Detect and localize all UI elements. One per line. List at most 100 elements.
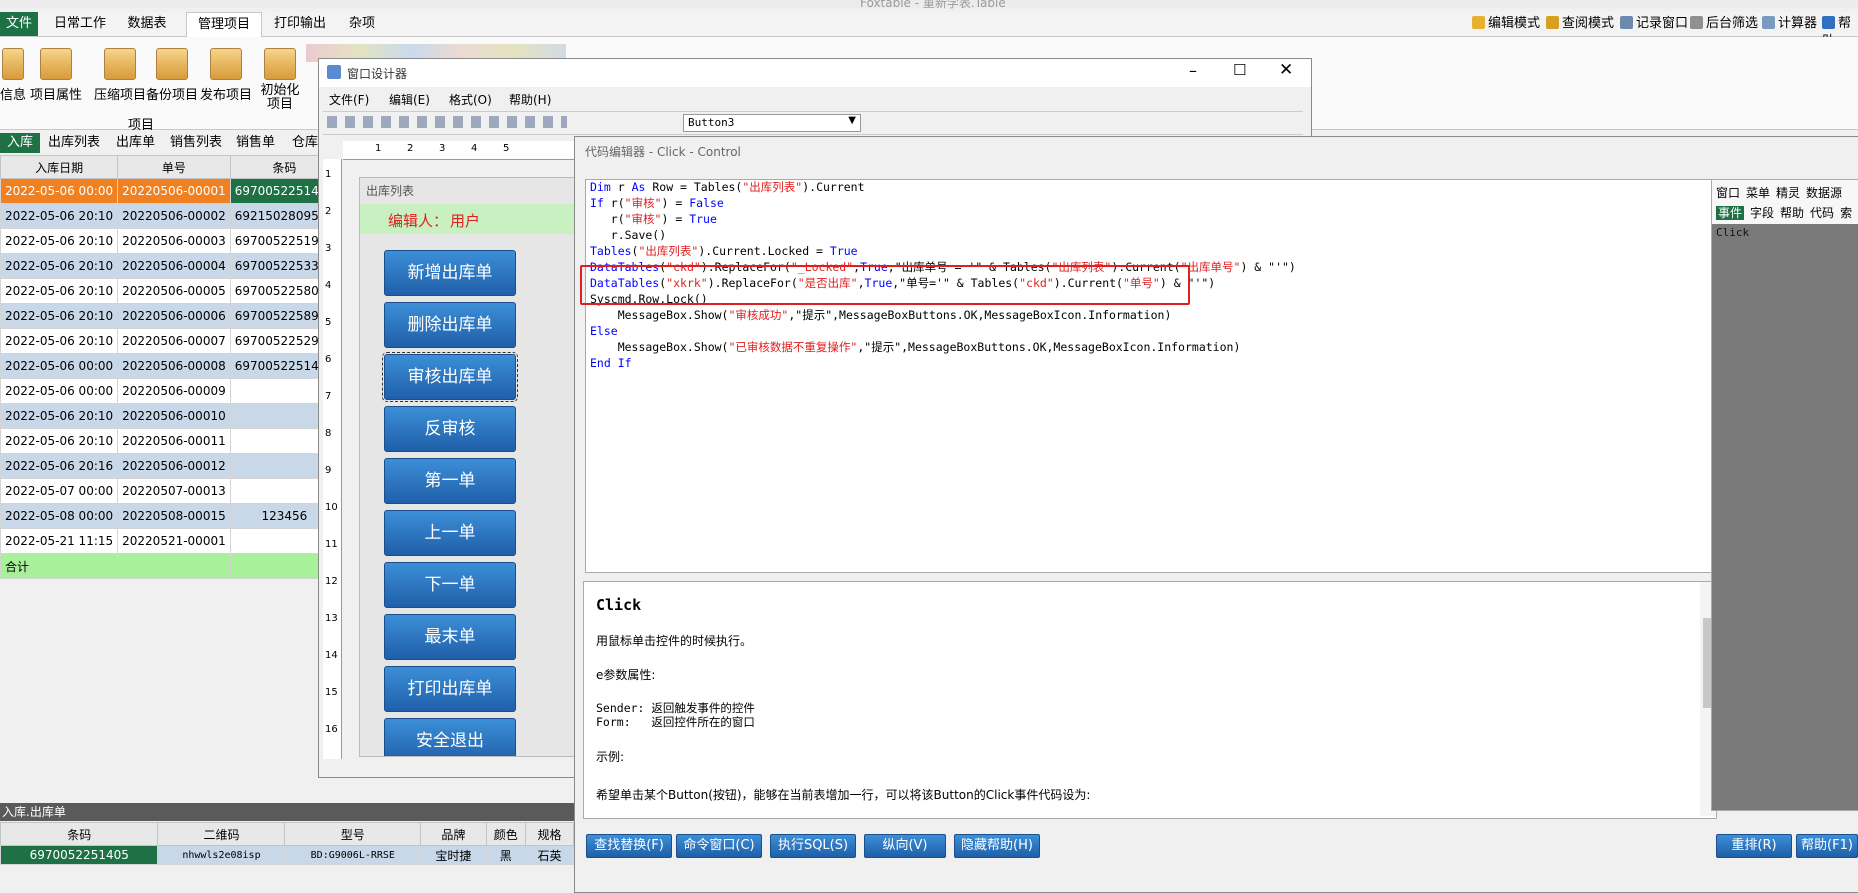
- table-row[interactable]: 2022-05-06 00:00 20220506-00001 6970052251…: [0, 178, 340, 204]
- table-cell[interactable]: 2022-05-06 20:10: [0, 203, 119, 229]
- toolbar-icons[interactable]: [327, 116, 567, 128]
- control-combo[interactable]: Button3 ▼: [683, 114, 861, 132]
- tab-print-output[interactable]: 打印输出: [270, 12, 330, 36]
- table-row[interactable]: 2022-05-08 00:00 20220508-00015 123456: [0, 503, 340, 529]
- table-cell[interactable]: 2022-05-06 20:10: [0, 278, 119, 304]
- code-line[interactable]: r.Save(): [590, 227, 666, 243]
- designer-menu-file[interactable]: 文件(F): [329, 91, 369, 108]
- grid-tab-inbound[interactable]: 入库: [0, 133, 40, 153]
- event-list[interactable]: Click: [1712, 224, 1858, 810]
- view-mode-button[interactable]: 查阅模式: [1546, 15, 1614, 33]
- minimize-icon[interactable]: –: [1189, 61, 1197, 80]
- table-row[interactable]: 2022-05-06 00:00 20220506-00008 6970052251…: [0, 353, 340, 379]
- table-cell[interactable]: 2022-05-06 20:10: [0, 303, 119, 329]
- table-cell[interactable]: 20220506-00006: [117, 303, 231, 329]
- side-panel[interactable]: 窗口 菜单 精灵 数据源 事件 字段 帮助 代码索 Click: [1711, 179, 1858, 811]
- table-cell[interactable]: 20220506-00008: [117, 353, 231, 379]
- inbound-table[interactable]: 入库日期 单号 条码 2022-05-06 00:00 20220506-0000…: [0, 155, 340, 579]
- side-tab[interactable]: 窗口: [1716, 186, 1740, 200]
- grid-tab-outbound-order[interactable]: 出库单: [116, 133, 155, 153]
- vertical-button[interactable]: 纵向(V): [864, 834, 946, 858]
- event-item-click[interactable]: Click: [1716, 226, 1749, 239]
- help-f1-button[interactable]: 帮助(F1): [1796, 834, 1858, 858]
- table-cell[interactable]: 2022-05-06 00:00: [0, 378, 119, 404]
- column-header[interactable]: 条码: [0, 822, 159, 846]
- table-row[interactable]: 2022-05-06 20:10 20220506-00006 6970052258…: [0, 303, 340, 329]
- table-cell[interactable]: 20220506-00004: [117, 253, 231, 279]
- print-outbound-button[interactable]: 打印出库单: [384, 666, 516, 712]
- table-cell[interactable]: 2022-05-06 20:10: [0, 228, 119, 254]
- table-cell[interactable]: 20220506-00002: [117, 203, 231, 229]
- side-tab[interactable]: 数据源: [1806, 186, 1842, 200]
- table-cell[interactable]: 2022-05-06 20:10: [0, 253, 119, 279]
- table-row[interactable]: 6970052251405 nhwwls2e08isp BD:G9006L-RRSE…: [0, 845, 575, 865]
- column-header[interactable]: 入库日期: [0, 155, 119, 179]
- table-cell[interactable]: 20220521-00001: [117, 528, 231, 554]
- ribbon-publish-button[interactable]: 发布项目: [200, 48, 252, 103]
- table-cell[interactable]: 2022-05-06 20:10: [0, 428, 119, 454]
- code-line[interactable]: MessageBox.Show("已审核数据不重复操作","提示",Messag…: [590, 339, 1241, 355]
- ribbon-compress-button[interactable]: 压缩项目: [94, 48, 146, 103]
- record-window-button[interactable]: 记录窗口: [1620, 15, 1688, 33]
- table-cell[interactable]: 2022-05-07 00:00: [0, 478, 119, 504]
- next-record-button[interactable]: 下一单: [384, 562, 516, 608]
- table-cell[interactable]: 20220508-00015: [117, 503, 231, 529]
- column-header[interactable]: 品牌: [420, 822, 487, 846]
- table-cell[interactable]: 2022-05-06 00:00: [0, 178, 119, 204]
- column-header[interactable]: 颜色: [485, 822, 526, 846]
- command-window-button[interactable]: 命令窗口(C): [676, 834, 762, 858]
- table-row[interactable]: 2022-05-06 20:10 20220506-00002 6921502809…: [0, 203, 340, 229]
- side-tab[interactable]: 字段: [1750, 206, 1774, 220]
- table-row[interactable]: 2022-05-06 20:10 20220506-00003 6970052251…: [0, 228, 340, 254]
- form-canvas[interactable]: 出库列表 编辑人： 用户 新增出库单 删除出库单 审核出库单 反审核 第一单 上一单 下一单…: [359, 177, 601, 757]
- side-tab[interactable]: 代码: [1810, 206, 1834, 220]
- first-record-button[interactable]: 第一单: [384, 458, 516, 504]
- help-button[interactable]: 帮助: [1822, 15, 1858, 49]
- ribbon-project-properties-button[interactable]: 项目属性: [30, 48, 82, 103]
- tab-data-table[interactable]: 数据表: [122, 12, 172, 36]
- safe-exit-button[interactable]: 安全退出: [384, 718, 516, 756]
- table-cell[interactable]: 宝时捷: [420, 845, 487, 865]
- table-row[interactable]: 2022-05-06 20:10 20220506-00007 6970052252…: [0, 328, 340, 354]
- code-line[interactable]: Tables("出库列表").Current.Locked = True: [590, 243, 858, 259]
- table-row[interactable]: 2022-05-06 20:10 20220506-00011: [0, 428, 340, 454]
- ribbon-info-button[interactable]: 信息: [0, 48, 26, 103]
- code-line[interactable]: MessageBox.Show("审核成功","提示",MessageBoxBu…: [590, 307, 1172, 323]
- rearrange-button[interactable]: 重排(R): [1716, 834, 1792, 858]
- edit-mode-button[interactable]: 编辑模式: [1472, 15, 1540, 33]
- table-cell[interactable]: 20220506-00007: [117, 328, 231, 354]
- column-header[interactable]: 型号: [284, 822, 422, 846]
- tab-manage-project[interactable]: 管理项目: [186, 12, 262, 37]
- table-row[interactable]: 2022-05-07 00:00 20220507-00013: [0, 478, 340, 504]
- table-cell[interactable]: 2022-05-08 00:00: [0, 503, 119, 529]
- last-record-button[interactable]: 最末单: [384, 614, 516, 660]
- table-cell[interactable]: 2022-05-06 00:00: [0, 353, 119, 379]
- table-cell[interactable]: 2022-05-21 11:15: [0, 528, 119, 554]
- tab-file[interactable]: 文件: [0, 12, 38, 36]
- table-row[interactable]: 2022-05-06 00:00 20220506-00009: [0, 378, 340, 404]
- table-cell[interactable]: 20220506-00001: [117, 178, 231, 204]
- code-line[interactable]: r("审核") = True: [590, 211, 717, 227]
- side-tab[interactable]: 帮助: [1780, 206, 1804, 220]
- table-cell[interactable]: BD:G9006L-RRSE: [284, 845, 422, 865]
- previous-record-button[interactable]: 上一单: [384, 510, 516, 556]
- grid-tab-sales-order[interactable]: 销售单: [236, 133, 275, 153]
- table-cell[interactable]: 2022-05-06 20:10: [0, 328, 119, 354]
- code-area[interactable]: [585, 179, 1717, 573]
- designer-menu-format[interactable]: 格式(O): [449, 91, 492, 108]
- code-line[interactable]: End If: [590, 355, 632, 371]
- grid-tab-warehouse[interactable]: 仓库: [292, 133, 318, 153]
- table-cell[interactable]: 20220507-00013: [117, 478, 231, 504]
- column-header[interactable]: 二维码: [157, 822, 286, 846]
- designer-menu-edit[interactable]: 编辑(E): [389, 91, 430, 108]
- side-tab[interactable]: 菜单: [1746, 186, 1770, 200]
- code-line[interactable]: Else: [590, 323, 618, 339]
- tab-daily-work[interactable]: 日常工作: [50, 12, 110, 36]
- add-outbound-button[interactable]: 新增出库单: [384, 250, 516, 296]
- table-cell[interactable]: 2022-05-06 20:16: [0, 453, 119, 479]
- ribbon-initialize-button[interactable]: 初始化 项目: [260, 48, 300, 112]
- review-outbound-button[interactable]: 审核出库单: [382, 352, 518, 402]
- column-header[interactable]: 单号: [117, 155, 231, 179]
- table-cell[interactable]: 20220506-00010: [117, 403, 231, 429]
- table-cell[interactable]: 20220506-00003: [117, 228, 231, 254]
